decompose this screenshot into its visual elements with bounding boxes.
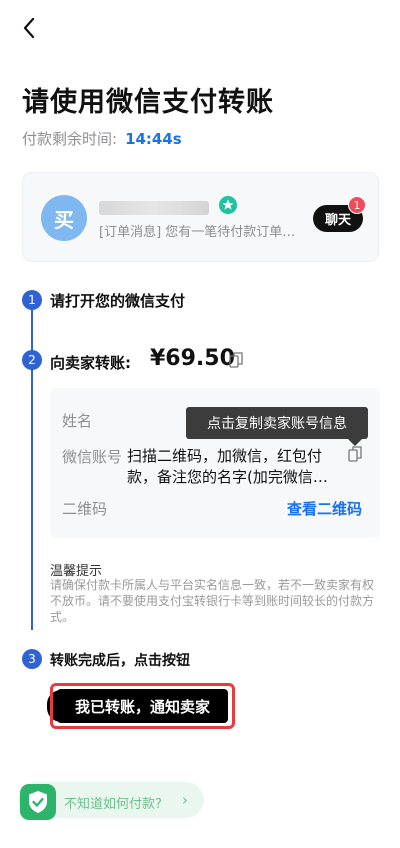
timer-value: 14:44s — [125, 130, 182, 148]
tooltip-arrow — [348, 439, 362, 446]
account-label: 微信账号 — [62, 448, 123, 466]
step-1-number: 1 — [22, 290, 42, 310]
order-message[interactable]: [订单消息] 您有一笔待付款订单… — [99, 221, 304, 240]
help-text: 不知道如何付款? — [64, 797, 162, 812]
back-button[interactable] — [18, 14, 42, 42]
payment-timer: 付款剩余时间: 14:44s — [22, 128, 182, 149]
page-title: 请使用微信支付转账 — [22, 87, 274, 118]
chevron-right-icon: › — [182, 791, 188, 809]
copy-account-icon[interactable] — [348, 446, 362, 462]
step-2-label: 向卖家转账: — [50, 354, 131, 372]
step-3-number: 3 — [22, 649, 42, 669]
name-label: 姓名 — [62, 412, 93, 430]
verified-badge-icon — [219, 196, 237, 214]
step-2-number: 2 — [22, 350, 42, 370]
unread-badge: 1 — [348, 196, 366, 214]
payment-help-chip[interactable]: 不知道如何付款? › — [18, 782, 204, 820]
confirm-transfer-button[interactable]: 我已转账，通知卖家 — [57, 689, 228, 723]
confirm-highlight: 我已转账，通知卖家 — [50, 683, 235, 729]
chevron-left-icon — [23, 17, 35, 39]
copy-amount-icon[interactable] — [229, 352, 243, 368]
timer-label: 付款剩余时间: — [22, 130, 118, 148]
tips-body: 请确保付款卡所属人与平台实名信息一致，若不一致卖家有权不放币。请不要使用支付宝转… — [50, 578, 375, 624]
transfer-amount: ¥69.50 — [150, 346, 235, 371]
shield-icon — [20, 784, 56, 820]
seller-card: 买 [订单消息] 您有一笔待付款订单… 聊天 1 — [22, 172, 379, 262]
avatar: 买 — [41, 195, 87, 241]
seller-name-redacted — [99, 201, 209, 215]
account-value: 扫描二维码，加微信，红包付款，备注您的名字(加完微信… — [127, 447, 328, 486]
step-3-label: 转账完成后，点击按钮 — [50, 653, 190, 669]
qr-label: 二维码 — [62, 500, 108, 518]
step-1-label: 请打开您的微信支付 — [50, 292, 186, 310]
view-qr-link[interactable]: 查看二维码 — [287, 498, 362, 519]
copy-tooltip: 点击复制卖家账号信息 — [186, 407, 368, 439]
